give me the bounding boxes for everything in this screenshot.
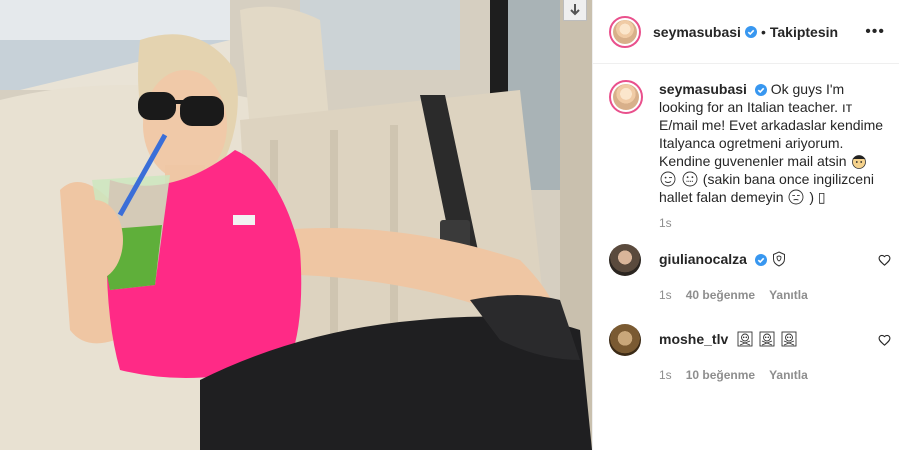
comment-item: giulianocalza [593, 244, 899, 276]
commenter-username[interactable]: giulianocalza [659, 251, 747, 267]
comment-likes[interactable]: 40 beğenme [686, 288, 755, 302]
comment-timestamp[interactable]: 1s [659, 288, 672, 302]
like-heart-icon[interactable] [878, 334, 891, 346]
flexed-shield-emoji-icon [772, 251, 785, 267]
caption-timestamp[interactable]: 1s [593, 216, 899, 230]
scroll-down-arrow-icon[interactable] [563, 0, 587, 21]
wink-emoji-icon [660, 171, 676, 187]
post-photo[interactable] [0, 0, 592, 450]
post-caption: seymasubasi Ok guys I'm looking for an I… [593, 64, 899, 206]
caption-trailing-glyph: ▯ [817, 189, 826, 205]
comment-likes[interactable]: 10 beğenme [686, 368, 755, 382]
verified-badge-icon [744, 25, 757, 38]
reply-button[interactable]: Yanıtla [769, 288, 808, 302]
author-username[interactable]: seymasubasi [653, 24, 741, 40]
verified-badge-icon [754, 254, 767, 266]
caption-author-avatar[interactable] [609, 80, 643, 114]
comment-text: moshe_tlv [659, 330, 798, 356]
skull-crossbones-emoji-icon [781, 331, 797, 347]
author-avatar[interactable] [609, 15, 641, 48]
commenter-username[interactable]: moshe_tlv [659, 331, 728, 347]
detective-emoji-icon [852, 155, 867, 169]
more-options-icon[interactable]: ••• [865, 23, 885, 41]
zipper-mouth-emoji-icon [682, 171, 698, 187]
skull-crossbones-emoji-icon [759, 331, 775, 347]
comment-text: giulianocalza [659, 250, 787, 276]
unamused-emoji-icon [788, 189, 804, 205]
verified-badge-icon [754, 84, 767, 96]
separator-dot: • [760, 23, 766, 40]
reply-button[interactable]: Yanıtla [769, 368, 808, 382]
skull-crossbones-emoji-icon [737, 331, 753, 347]
caption-close-paren: ) [809, 189, 814, 205]
caption-username[interactable]: seymasubasi [659, 81, 747, 97]
post-header: seymasubasi • Takiptesin ••• [593, 0, 899, 64]
caption-text: seymasubasi Ok guys I'm looking for an I… [659, 80, 885, 206]
comment-meta: 1s 10 beğenme Yanıtla [593, 368, 899, 382]
photo-illustration [0, 0, 592, 450]
post-details-panel: seymasubasi • Takiptesin ••• seymasubasi… [592, 0, 899, 450]
like-heart-icon[interactable] [878, 254, 891, 266]
commenter-avatar[interactable] [609, 324, 641, 356]
comment-timestamp[interactable]: 1s [659, 368, 672, 382]
commenter-avatar[interactable] [609, 244, 641, 276]
comment-meta: 1s 40 beğenme Yanıtla [593, 288, 899, 302]
flag-text: ıт [841, 99, 853, 115]
comment-item: moshe_tlv [593, 324, 899, 356]
follow-status-button[interactable]: Takiptesin [770, 24, 838, 40]
